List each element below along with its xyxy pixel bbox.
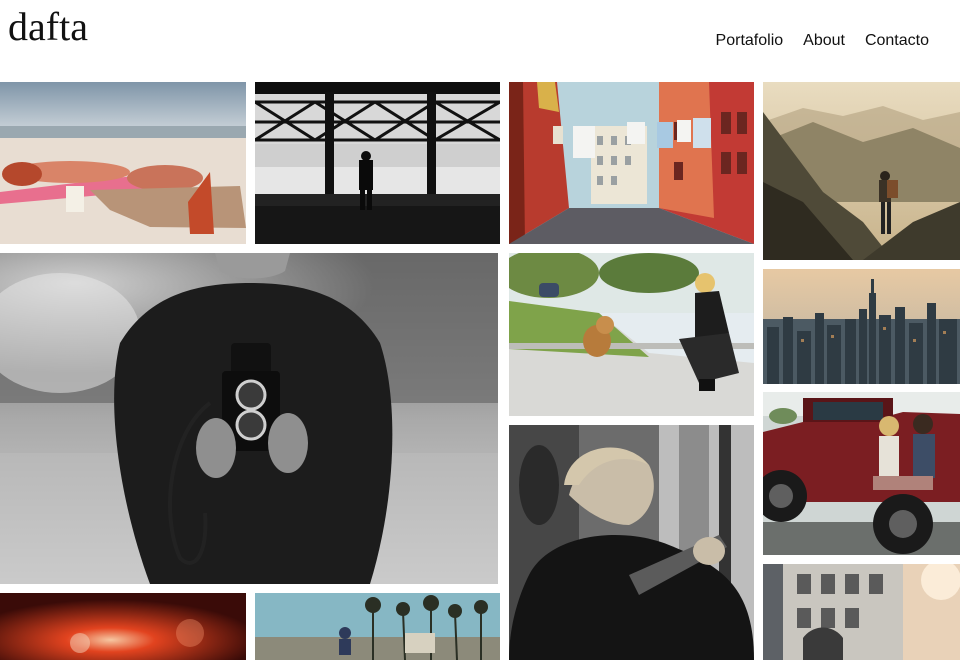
photo-man-with-camera[interactable] xyxy=(0,253,498,584)
photo-city-skyline[interactable] xyxy=(763,269,960,384)
photo-mountain-hiker[interactable] xyxy=(763,82,960,260)
photo-beach-sunbathers[interactable] xyxy=(0,82,246,244)
site-logo[interactable]: dafta xyxy=(8,4,88,50)
photo-palm-street[interactable] xyxy=(255,593,500,660)
photo-man-with-guitar[interactable] xyxy=(509,425,754,660)
nav-about[interactable]: About xyxy=(803,31,845,51)
nav-portafolio[interactable]: Portafolio xyxy=(716,31,784,51)
photo-building-facade[interactable] xyxy=(763,564,960,660)
photo-red-bokeh[interactable] xyxy=(0,593,246,660)
main-nav: Portafolio About Contacto xyxy=(716,31,929,51)
nav-contacto[interactable]: Contacto xyxy=(865,31,929,51)
photo-woman-with-dog[interactable] xyxy=(509,253,754,416)
photo-truck-women[interactable] xyxy=(763,392,960,555)
photo-laundry-street[interactable] xyxy=(509,82,754,244)
photo-industrial-silhouette[interactable] xyxy=(255,82,500,244)
